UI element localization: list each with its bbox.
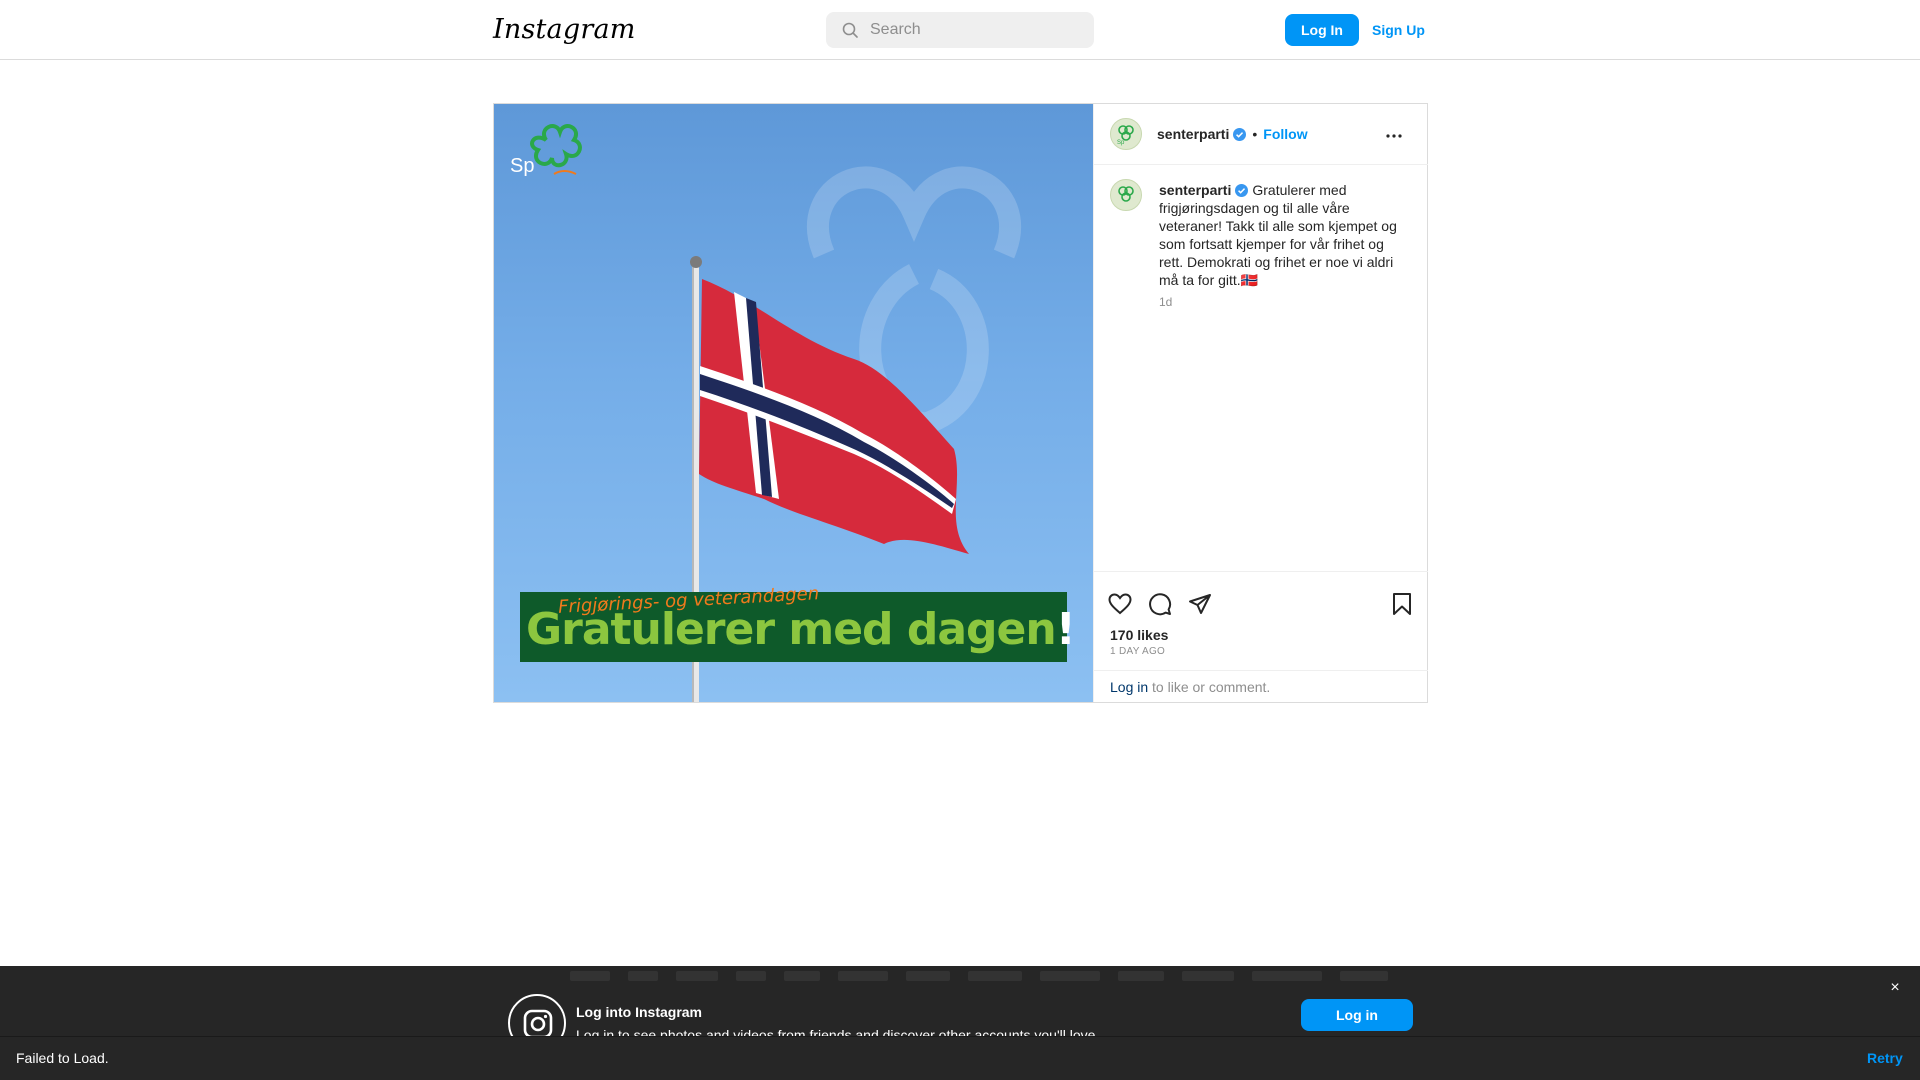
banner-exclamation: !	[1055, 604, 1076, 655]
search-input[interactable]	[870, 12, 1080, 48]
signup-link[interactable]: Sign Up	[1372, 14, 1425, 46]
post-header: Sp senterparti • Follow	[1094, 104, 1428, 165]
snackbar-message: Failed to Load.	[16, 1050, 109, 1066]
verified-icon	[1235, 184, 1249, 197]
senterparti-logo: Sp	[510, 124, 582, 177]
instagram-logo[interactable]: Instagram	[493, 14, 636, 45]
caption-timestamp[interactable]: 1d	[1159, 295, 1172, 309]
caption-username[interactable]: senterparti	[1159, 182, 1231, 198]
brand-mark: Sp	[1117, 140, 1125, 146]
greeting-banner: Frigjørings- og veterandagen Gratulerer …	[520, 583, 1076, 662]
banner-title-text: Gratulerer med dagen	[526, 604, 1057, 655]
caption-avatar[interactable]	[1110, 179, 1142, 211]
header-username[interactable]: senterparti	[1157, 126, 1229, 142]
heart-icon[interactable]	[1108, 592, 1132, 616]
error-snackbar: Failed to Load. Retry	[0, 1036, 1920, 1080]
close-icon[interactable]: ×	[1886, 979, 1904, 997]
post-card: Sp Frigjørings- og veterandagen Gratuler…	[493, 103, 1428, 703]
clover-icon: Sp	[1117, 125, 1134, 146]
action-bar	[1094, 571, 1428, 621]
comment-login-link[interactable]: Log in	[1110, 679, 1148, 695]
more-options-icon[interactable]	[1384, 126, 1404, 146]
post-image[interactable]: Sp Frigjørings- og veterandagen Gratuler…	[494, 104, 1093, 702]
share-icon[interactable]	[1188, 592, 1212, 616]
comment-icon[interactable]	[1148, 592, 1172, 616]
comment-prompt-text: to like or comment.	[1148, 679, 1271, 695]
search-box[interactable]	[826, 12, 1094, 48]
avatar[interactable]: Sp	[1110, 118, 1142, 150]
search-icon	[842, 22, 858, 38]
banner-title: Gratulerer med dagen!	[526, 604, 1076, 655]
caption-section: senterparti Gratulerer med frigjøringsdag…	[1094, 165, 1428, 561]
retry-button[interactable]: Retry	[1867, 1050, 1903, 1066]
bookmark-icon[interactable]	[1390, 592, 1414, 616]
login-prompt-button[interactable]: Log in	[1301, 999, 1413, 1031]
like-count[interactable]: 170 likes	[1110, 627, 1168, 643]
separator: •	[1252, 126, 1258, 142]
caption-text: senterparti Gratulerer med frigjøringsdag…	[1159, 181, 1409, 289]
header-user: senterparti • Follow	[1157, 126, 1308, 142]
login-prompt-title: Log into Instagram	[576, 1004, 702, 1020]
verified-icon	[1233, 127, 1247, 141]
follow-button[interactable]: Follow	[1263, 126, 1307, 142]
post-sidebar: Sp senterparti • Follow senterparti Grat…	[1093, 104, 1428, 702]
comment-prompt: Log in to like or comment.	[1094, 670, 1428, 702]
svg-text:Sp: Sp	[510, 155, 534, 177]
footer-links-faded	[570, 971, 1390, 985]
login-button[interactable]: Log In	[1285, 14, 1359, 46]
top-nav: Instagram Log In Sign Up	[0, 0, 1920, 60]
post-date[interactable]: 1 DAY AGO	[1110, 646, 1165, 657]
clover-icon	[1118, 186, 1134, 202]
